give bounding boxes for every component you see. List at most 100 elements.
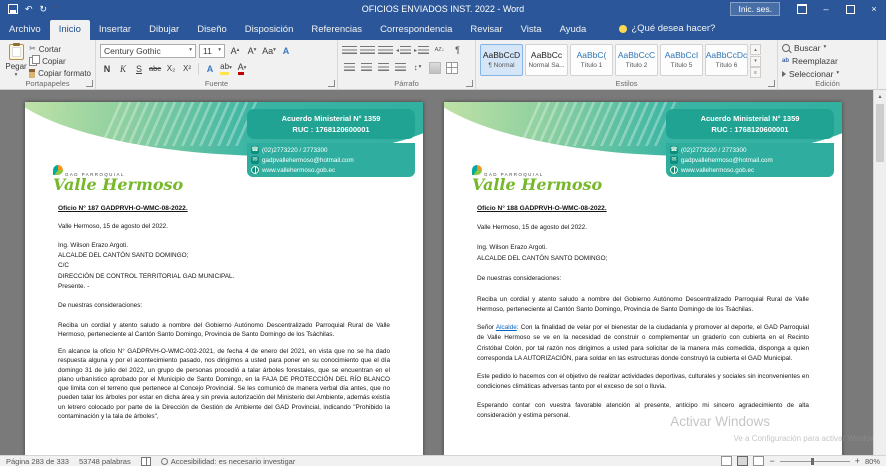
justify-button[interactable] — [393, 61, 408, 74]
align-center-button[interactable] — [359, 61, 374, 74]
letter-paragraph[interactable]: Señor Alcalde: Con la finalidad de velar… — [477, 323, 809, 364]
qat-customize-icon[interactable]: ▾ — [54, 6, 57, 12]
page-count[interactable]: Página 283 de 333 — [6, 457, 69, 466]
grow-font-button[interactable]: A▴ — [228, 44, 242, 58]
letter-paragraph[interactable]: Este pedido lo hacemos con el objetivo d… — [477, 372, 809, 393]
proofing-button[interactable] — [141, 457, 151, 466]
tab-inicio[interactable]: Inicio — [50, 20, 90, 40]
style-normal[interactable]: AaBbCcD ¶ Normal — [480, 44, 523, 76]
strikethrough-button[interactable]: abc — [148, 62, 162, 76]
numbering-button[interactable] — [360, 44, 375, 57]
letter-date[interactable]: Valle Hermoso, 15 de agosto del 2022. — [58, 222, 390, 231]
zoom-level[interactable]: 80% — [865, 457, 880, 466]
document-area[interactable]: Acuerdo Ministerial N° 1359 RUC : 176812… — [0, 90, 886, 455]
styles-scroll-down-button[interactable]: ▾ — [750, 56, 761, 67]
letter-paragraph[interactable]: Esperando contar con vuestra favorable a… — [477, 401, 809, 422]
undo-icon[interactable]: ↶ — [25, 5, 33, 14]
tab-insertar[interactable]: Insertar — [90, 20, 140, 40]
redo-icon[interactable]: ↻ — [40, 5, 48, 14]
line-spacing-button[interactable]: ↕▾ — [410, 61, 425, 74]
styles-scroll-up-button[interactable]: ▴ — [750, 44, 761, 55]
select-button[interactable]: Seleccionar ▾ — [782, 69, 873, 79]
ribbon-display-options-button[interactable] — [790, 0, 814, 18]
bullets-button[interactable] — [342, 44, 357, 57]
style-titulo-2[interactable]: AaBbCcC Título 2 — [615, 44, 658, 76]
font-size-combobox[interactable]: 11 ▾ — [199, 44, 225, 58]
style-titulo-1[interactable]: AaBbC( Título 1 — [570, 44, 613, 76]
addressee-line[interactable]: Presente. - — [58, 282, 390, 291]
style-no-spacing[interactable]: AaBbCc Normal Sa... — [525, 44, 568, 76]
minimize-button[interactable]: – — [814, 0, 838, 18]
tell-me-box[interactable]: ¿Qué desea hacer? — [619, 23, 715, 40]
highlight-button[interactable]: ab▾ — [219, 62, 233, 76]
oficio-number[interactable]: Oficio N° 187 GADPRVH-O-WMC-08-2022. — [58, 204, 390, 214]
letter-paragraph[interactable]: En alcance la oficio N° GADPRVH-O-WMC-00… — [58, 347, 390, 421]
alcalde-link[interactable]: Alcalde — [496, 324, 517, 331]
word-count[interactable]: 53748 palabras — [79, 457, 131, 466]
styles-dialog-launcher[interactable] — [768, 80, 775, 87]
copy-button[interactable]: Copiar — [29, 57, 91, 66]
replace-button[interactable]: ab Reemplazar — [782, 56, 873, 66]
multilevel-list-button[interactable] — [378, 44, 393, 57]
font-color-button[interactable]: A▾ — [235, 62, 249, 76]
zoom-in-button[interactable]: + — [855, 457, 860, 466]
subscript-button[interactable]: X₂ — [164, 62, 178, 76]
addressee-line[interactable]: Ing. Wilson Erazo Argoti. — [477, 243, 809, 253]
addressee-line[interactable]: C/C — [58, 261, 390, 270]
tab-referencias[interactable]: Referencias — [302, 20, 371, 40]
increase-indent-button[interactable]: ▸ — [414, 44, 429, 57]
italic-button[interactable]: K — [116, 62, 130, 76]
letter-paragraph[interactable]: Reciba un cordial y atento saludo a nomb… — [477, 295, 809, 316]
paste-button[interactable]: Pegar ▾ — [4, 44, 28, 78]
font-name-combobox[interactable]: Century Gothic ▾ — [100, 44, 196, 58]
change-case-button[interactable]: Aa▾ — [262, 44, 276, 58]
document-page-right[interactable]: Acuerdo Ministerial N° 1359 RUC : 176812… — [444, 102, 842, 455]
clear-formatting-button[interactable]: A — [279, 44, 293, 58]
tab-archivo[interactable]: Archivo — [0, 20, 50, 40]
close-button[interactable]: × — [862, 0, 886, 18]
shrink-font-button[interactable]: A▾ — [245, 44, 259, 58]
print-layout-button[interactable] — [737, 456, 748, 466]
styles-gallery-more-button[interactable]: ≡ — [750, 67, 761, 78]
zoom-out-button[interactable]: − — [769, 457, 774, 466]
sort-button[interactable]: AZ↓ — [432, 44, 447, 57]
accessibility-status[interactable]: Accesibilidad: es necesario investigar — [161, 457, 296, 466]
align-left-button[interactable] — [342, 61, 357, 74]
maximize-button[interactable] — [838, 0, 862, 18]
document-page-left[interactable]: Acuerdo Ministerial N° 1359 RUC : 176812… — [25, 102, 423, 455]
tab-dibujar[interactable]: Dibujar — [140, 20, 188, 40]
letter-date[interactable]: Valle Hermoso, 15 de agosto del 2022. — [477, 223, 809, 233]
addressee-line[interactable]: ALCALDE DEL CANTÓN SANTO DOMINGO; — [58, 251, 390, 260]
clipboard-dialog-launcher[interactable] — [86, 80, 93, 87]
sign-in-button[interactable]: Inic. ses. — [730, 2, 780, 16]
align-right-button[interactable] — [376, 61, 391, 74]
font-dialog-launcher[interactable] — [328, 80, 335, 87]
addressee-line[interactable]: ALCALDE DEL CANTÓN SANTO DOMINGO; — [477, 254, 809, 264]
addressee-line[interactable]: DIRECCIÓN DE CONTROL TERRITORIAL GAD MUN… — [58, 272, 390, 281]
bold-button[interactable]: N — [100, 62, 114, 76]
tab-disposicion[interactable]: Disposición — [236, 20, 303, 40]
zoom-slider-thumb[interactable] — [811, 458, 814, 465]
zoom-slider[interactable] — [780, 461, 850, 462]
borders-button[interactable] — [444, 61, 459, 74]
save-icon[interactable] — [8, 4, 18, 14]
vertical-scrollbar[interactable]: ▴ — [873, 90, 886, 455]
tab-revisar[interactable]: Revisar — [461, 20, 511, 40]
tab-diseno[interactable]: Diseño — [188, 20, 236, 40]
letter-body[interactable]: Oficio N° 187 GADPRVH-O-WMC-08-2022. Val… — [25, 196, 423, 421]
style-titulo-6[interactable]: AaBbCcDc Título 6 — [705, 44, 748, 76]
tab-ayuda[interactable]: Ayuda — [551, 20, 596, 40]
salutation[interactable]: De nuestras consideraciones: — [477, 274, 809, 284]
scrollbar-thumb[interactable] — [876, 104, 884, 162]
letter-body[interactable]: Oficio N° 188 GADPRVH-O-WMC-08-2022. Val… — [444, 196, 842, 421]
paragraph-dialog-launcher[interactable] — [466, 80, 473, 87]
salutation[interactable]: De nuestras consideraciones: — [58, 301, 390, 310]
oficio-number[interactable]: Oficio N° 188 GADPRVH-O-WMC-08-2022. — [477, 204, 809, 215]
style-titulo-5[interactable]: AaBbCcI Título 5 — [660, 44, 703, 76]
cut-button[interactable]: ✂ Cortar — [29, 45, 91, 54]
text-effects-button[interactable]: A — [203, 62, 217, 76]
shading-button[interactable] — [427, 61, 442, 74]
tab-correspondencia[interactable]: Correspondencia — [371, 20, 461, 40]
underline-button[interactable]: S — [132, 62, 146, 76]
format-painter-button[interactable]: Copiar formato — [29, 69, 91, 78]
